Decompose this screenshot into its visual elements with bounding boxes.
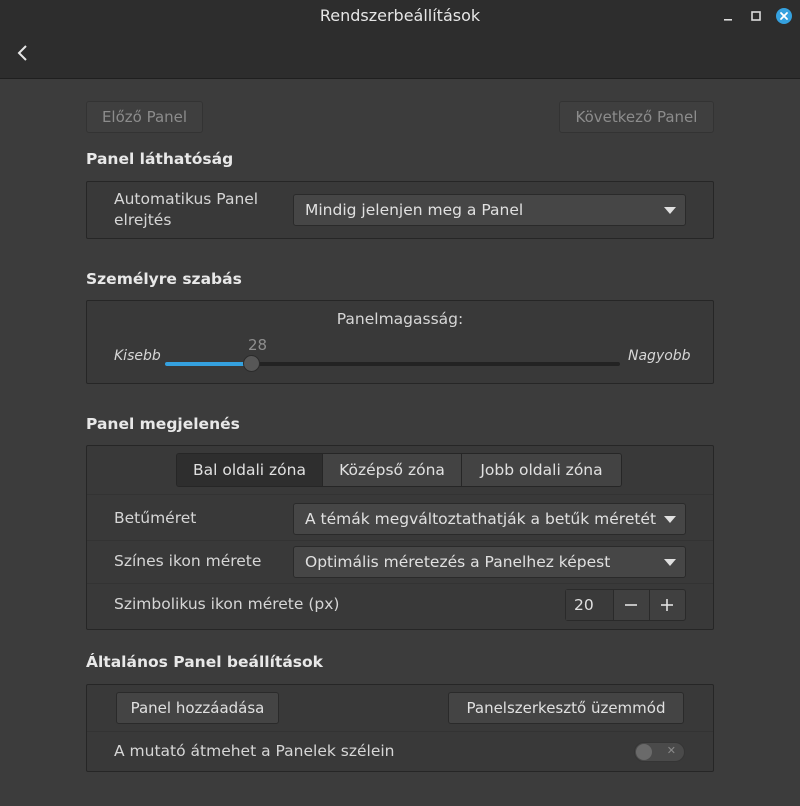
symbolic-icon-size-label: Szimbolikus ikon mérete (px) [114, 595, 340, 613]
section-heading-customize: Személyre szabás [86, 270, 242, 288]
row-divider [87, 540, 713, 541]
font-size-dropdown-value: A témák megváltoztathatják a betűk méret… [305, 510, 657, 528]
color-icon-size-dropdown-value: Optimális méretezés a Panelhez képest [305, 553, 611, 571]
minus-icon [625, 604, 638, 606]
row-divider [87, 583, 713, 584]
header-bar: Rendszerbeállítások [0, 0, 800, 79]
add-panel-button[interactable]: Panel hozzáadása [116, 692, 279, 724]
dropdown-arrow-icon [664, 516, 676, 523]
dropdown-arrow-icon [664, 559, 676, 566]
switch-off-icon: ✕ [666, 744, 676, 757]
close-icon [776, 8, 792, 24]
back-button[interactable] [10, 38, 36, 68]
appearance-divider [87, 494, 713, 495]
close-button[interactable] [774, 6, 794, 26]
tab-left-zone[interactable]: Bal oldali zóna [177, 454, 323, 486]
minimize-button[interactable] [718, 6, 738, 26]
panel-height-label: Panelmagasság: [336, 310, 464, 328]
slider-min-label: Kisebb [114, 348, 161, 364]
section-heading-appearance: Panel megjelenés [86, 415, 240, 433]
maximize-button[interactable] [746, 6, 766, 26]
autohide-dropdown-value: Mindig jelenjen meg a Panel [305, 201, 524, 219]
switch-knob [636, 744, 652, 760]
increment-button[interactable] [648, 590, 685, 620]
slider-handle[interactable] [243, 355, 260, 372]
panel-edit-mode-button[interactable]: Panelszerkesztő üzemmód [448, 692, 684, 724]
symbolic-icon-size-input[interactable]: 20 [566, 590, 613, 620]
panel-height-slider[interactable] [165, 362, 620, 366]
dropdown-arrow-icon [664, 207, 676, 214]
decrement-button[interactable] [612, 590, 649, 620]
window-title: Rendszerbeállítások [319, 6, 481, 25]
next-panel-button[interactable]: Következő Panel [559, 101, 714, 133]
maximize-icon [751, 11, 761, 21]
autohide-label-line2: elrejtés [114, 211, 172, 229]
font-size-dropdown[interactable]: A témák megváltoztathatják a betűk méret… [293, 503, 686, 535]
section-heading-general: Általános Panel beállítások [86, 653, 323, 671]
plus-icon [661, 599, 674, 611]
color-icon-size-dropdown[interactable]: Optimális méretezés a Panelhez képest [293, 546, 686, 578]
minimize-icon [724, 19, 732, 21]
symbolic-icon-size-spinner: 20 [565, 589, 686, 621]
font-size-label: Betűméret [114, 509, 197, 527]
pointer-across-panels-label: A mutató átmehet a Panelek szélein [114, 742, 395, 760]
slider-value-label: 28 [248, 336, 268, 354]
slider-fill [165, 362, 251, 366]
chevron-left-icon [17, 45, 27, 61]
pointer-across-panels-switch[interactable]: ✕ [634, 742, 685, 762]
previous-panel-button[interactable]: Előző Panel [86, 101, 203, 133]
row-divider [87, 731, 713, 732]
tab-right-zone[interactable]: Jobb oldali zóna [462, 454, 621, 486]
autohide-dropdown[interactable]: Mindig jelenjen meg a Panel [293, 194, 686, 226]
section-heading-visibility: Panel láthatóság [86, 150, 234, 168]
autohide-label-line1: Automatikus Panel [114, 190, 259, 208]
tab-center-zone[interactable]: Középső zóna [323, 454, 462, 486]
color-icon-size-label: Színes ikon mérete [114, 552, 262, 570]
slider-max-label: Nagyobb [628, 348, 691, 364]
zone-tabs: Bal oldali zóna Középső zóna Jobb oldali… [176, 453, 622, 487]
